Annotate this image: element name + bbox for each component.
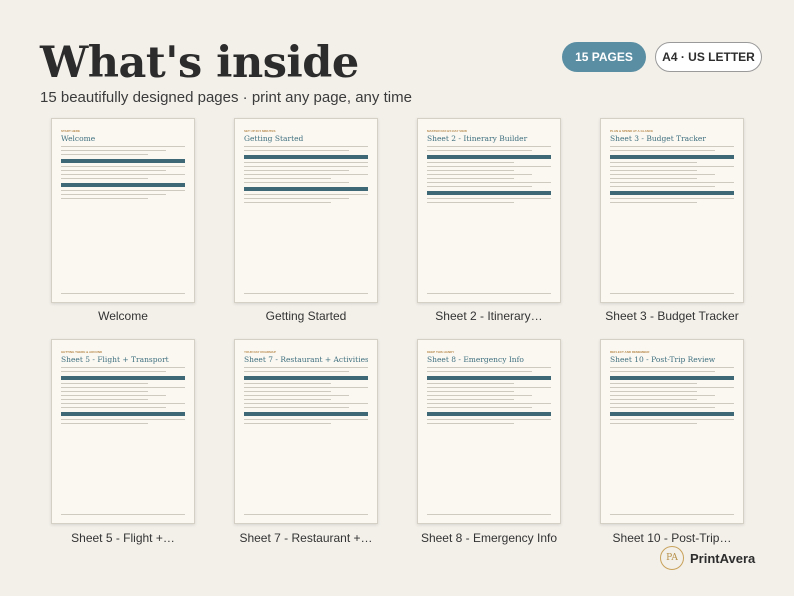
page-thumbnail-welcome[interactable]: START HERE Welcome bbox=[51, 118, 195, 303]
thumbnail-kicker: PLAN & SPEND AT A GLANCE bbox=[610, 129, 654, 133]
brand-logo-icon: PA bbox=[660, 546, 684, 570]
thumbnail-title: Getting Started bbox=[244, 134, 304, 143]
page-title: What's inside bbox=[40, 38, 359, 88]
thumbnail-title: Sheet 10 - Post-Trip Review bbox=[610, 355, 716, 364]
thumbnail-title: Sheet 8 - Emergency Info bbox=[427, 355, 524, 364]
page-thumbnail-flight[interactable]: GETTING THERE & AROUND Sheet 5 - Flight … bbox=[51, 339, 195, 524]
page-thumbnail-getting-started[interactable]: SET UP IN 5 MINUTES Getting Started bbox=[234, 118, 378, 303]
thumbnail-kicker: REFLECT AND REMEMBER bbox=[610, 350, 650, 354]
pages-badge: 15 PAGES bbox=[562, 42, 646, 72]
thumbnail-kicker: KEEP THIS HANDY bbox=[427, 350, 455, 354]
page-thumbnail-post-trip[interactable]: REFLECT AND REMEMBER Sheet 10 - Post-Tri… bbox=[600, 339, 744, 524]
page-thumbnail-budget[interactable]: PLAN & SPEND AT A GLANCE Sheet 3 - Budge… bbox=[600, 118, 744, 303]
thumbnail-title: Sheet 5 - Flight + Transport bbox=[61, 355, 169, 364]
paper-size-badge: A4 · US LETTER bbox=[655, 42, 762, 72]
caption-restaurant: Sheet 7 - Restaurant +… bbox=[239, 531, 373, 545]
thumbnail-title: Sheet 7 - Restaurant + Activities bbox=[244, 355, 368, 364]
page-thumbnail-restaurant[interactable]: YOUR DAY ROADMAP Sheet 7 - Restaurant + … bbox=[234, 339, 378, 524]
thumbnail-kicker: MASTER DAY-BY-DAY VIEW bbox=[427, 129, 467, 133]
page-thumbnail-itinerary[interactable]: MASTER DAY-BY-DAY VIEW Sheet 2 - Itinera… bbox=[417, 118, 561, 303]
thumbnail-title: Sheet 3 - Budget Tracker bbox=[610, 134, 706, 143]
page-thumbnail-emergency[interactable]: KEEP THIS HANDY Sheet 8 - Emergency Info bbox=[417, 339, 561, 524]
caption-budget: Sheet 3 - Budget Tracker bbox=[605, 309, 739, 323]
caption-post-trip: Sheet 10 - Post-Trip… bbox=[612, 531, 732, 545]
thumbnail-kicker: GETTING THERE & AROUND bbox=[61, 350, 103, 354]
page-subtitle: 15 beautifully designed pages · print an… bbox=[40, 89, 412, 106]
caption-flight: Sheet 5 - Flight +… bbox=[71, 531, 175, 545]
thumbnail-kicker: SET UP IN 5 MINUTES bbox=[244, 129, 276, 133]
caption-emergency: Sheet 8 - Emergency Info bbox=[420, 531, 558, 545]
thumbnail-kicker: START HERE bbox=[61, 129, 80, 133]
brand-name: PrintAvera bbox=[690, 550, 756, 566]
caption-getting-started: Getting Started bbox=[265, 309, 347, 323]
thumbnail-title: Welcome bbox=[61, 134, 96, 143]
caption-welcome: Welcome bbox=[98, 309, 148, 323]
thumbnail-title: Sheet 2 - Itinerary Builder bbox=[427, 134, 528, 143]
brand: PA PrintAvera bbox=[660, 546, 755, 570]
thumbnail-kicker: YOUR DAY ROADMAP bbox=[244, 350, 276, 354]
caption-itinerary: Sheet 2 - Itinerary… bbox=[435, 309, 543, 323]
